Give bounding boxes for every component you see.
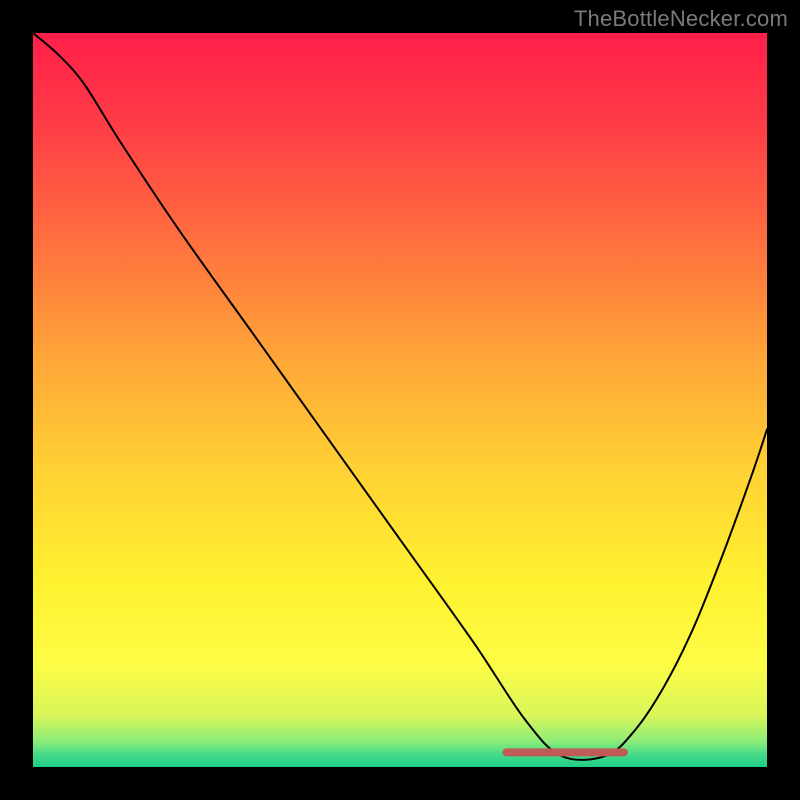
bottleneck-chart bbox=[0, 0, 800, 800]
plot-background bbox=[33, 33, 767, 767]
watermark-label: TheBottleNecker.com bbox=[574, 6, 788, 32]
chart-frame: TheBottleNecker.com bbox=[0, 0, 800, 800]
